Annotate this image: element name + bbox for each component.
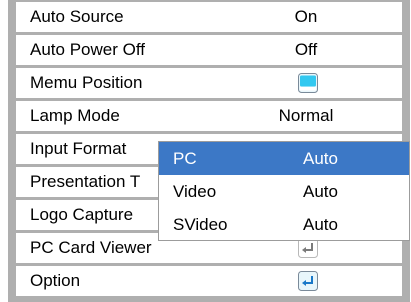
menu-item-label: Auto Source xyxy=(30,7,124,26)
screen-position-icon[interactable] xyxy=(298,73,318,93)
submenu-item-value: Auto xyxy=(303,182,338,201)
menu-item-option[interactable]: Option xyxy=(16,266,402,296)
submenu-item-pc[interactable]: PC Auto xyxy=(159,142,409,175)
submenu-item-video[interactable]: Video Auto xyxy=(159,175,409,208)
menu-item-menu-position[interactable]: Memu Position xyxy=(16,68,402,98)
submenu-item-svideo[interactable]: SVideo Auto xyxy=(159,208,409,240)
menu-item-label: PC Card Viewer xyxy=(30,238,152,257)
menu-item-label: Auto Power Off xyxy=(30,40,145,59)
submenu-item-name: Video xyxy=(173,182,217,201)
submenu-item-value: Auto xyxy=(303,215,338,234)
menu-item-label: Input Format xyxy=(30,139,127,158)
menu-item-value: Normal xyxy=(278,106,334,125)
submenu-item-value: Auto xyxy=(303,149,338,168)
menu-item-label: Logo Capture xyxy=(30,205,134,224)
menu-item-value: Off xyxy=(294,40,318,59)
menu-item-label: Option xyxy=(30,271,81,290)
menu-item-label: Lamp Mode xyxy=(30,106,120,125)
menu-item-auto-source[interactable]: Auto Source On xyxy=(16,2,402,32)
submenu-item-name: PC xyxy=(173,149,197,168)
menu-item-value: On xyxy=(294,7,318,26)
menu-item-auto-power-off[interactable]: Auto Power Off Off xyxy=(16,35,402,65)
input-format-submenu: PC Auto Video Auto SVideo Auto xyxy=(158,141,410,241)
menu-item-label: Presentation T xyxy=(30,172,141,191)
menu-item-lamp-mode[interactable]: Lamp Mode Normal xyxy=(16,101,402,131)
submenu-item-name: SVideo xyxy=(173,215,228,234)
enter-icon[interactable] xyxy=(298,271,318,291)
enter-icon[interactable] xyxy=(298,238,318,258)
menu-item-label: Memu Position xyxy=(30,73,143,92)
